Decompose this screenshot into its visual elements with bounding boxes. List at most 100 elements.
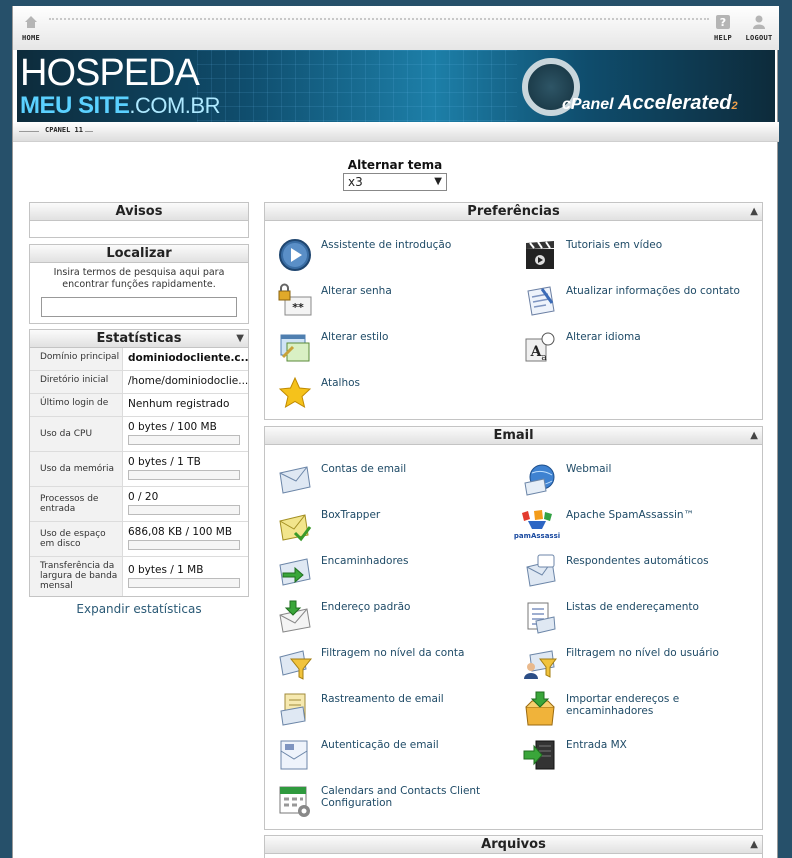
theme-label: Alternar tema: [347, 158, 443, 172]
import-box-icon: [525, 691, 555, 726]
boxtrapper-icon: [279, 514, 312, 542]
hosting-logo-line2: MEU SITE.COM.BR: [20, 92, 220, 120]
mailing-lists-item[interactable]: Listas de endereçamento: [522, 599, 756, 635]
update-contact-item[interactable]: Atualizar informações do contato: [522, 283, 756, 319]
import-addresses-item[interactable]: Importar endereços e encaminhadores: [522, 691, 756, 727]
preferences-header: Preferências ▲: [265, 203, 762, 221]
autoresponders-item[interactable]: Respondentes automáticos: [522, 553, 756, 589]
stat-label: Último login de: [30, 394, 123, 416]
help-button[interactable]: ? HELP: [703, 14, 743, 42]
star-icon: [278, 376, 312, 409]
stats-header: Estatísticas ▼: [30, 330, 248, 348]
forward-mail-icon: [279, 558, 311, 586]
mx-server-icon: [523, 740, 555, 770]
top-toolbar: HOME ? HELP LOGOUT: [13, 6, 779, 50]
theme-select[interactable]: x3 ▼: [343, 173, 447, 191]
cpu-usage-bar: [128, 435, 240, 445]
stat-value: Nenhum registrado: [128, 398, 230, 410]
item-label: Assistente de introdução: [321, 239, 452, 251]
stat-label: Diretório inicial: [30, 371, 123, 393]
avisos-title: Avisos: [30, 203, 248, 221]
breadcrumb-line: [19, 131, 39, 132]
disk-usage-bar: [128, 540, 240, 550]
home-icon: [25, 16, 37, 28]
change-style-item[interactable]: Alterar estilo: [277, 329, 511, 365]
stat-row-last-login: Último login de Nenhum registrado: [30, 394, 248, 417]
expand-stats-link[interactable]: Expandir estatísticas: [29, 602, 249, 616]
stat-row-home-dir: Diretório inicial /home/dominiodoclie...: [30, 371, 248, 394]
shortcuts-item[interactable]: Atalhos: [277, 375, 511, 411]
forwarders-item[interactable]: Encaminhadores: [277, 553, 511, 589]
hosting-logo-name: MEU SITE: [20, 92, 130, 119]
item-label: Alterar idioma: [566, 331, 641, 343]
svg-text:**: **: [292, 301, 304, 314]
webmail-item[interactable]: Webmail: [522, 461, 756, 497]
collapse-arrow-icon[interactable]: ▲: [750, 836, 758, 853]
collapse-arrow-icon[interactable]: ▼: [236, 330, 244, 347]
email-panel: Email ▲ Contas de email Webmail BoxTrapp…: [264, 426, 763, 830]
item-label: Autenticação de email: [321, 739, 439, 751]
spamassassin-item[interactable]: SpamAssassin Apache SpamAssassin™: [514, 507, 756, 543]
stats-title: Estatísticas: [96, 331, 182, 346]
clapperboard-icon: [526, 241, 554, 269]
processes-usage-bar: [128, 505, 240, 515]
stat-label: Domínio principal: [30, 348, 123, 370]
mailing-list-icon: [527, 602, 556, 634]
user-filtering-item[interactable]: Filtragem no nível do usuário: [522, 645, 756, 681]
breadcrumb-item[interactable]: CPANEL 11: [45, 126, 83, 134]
stat-value: dominiodocliente.c...: [128, 352, 248, 364]
stat-value-cell: 0 bytes / 1 TB: [123, 452, 248, 486]
item-label: Atalhos: [321, 377, 361, 389]
search-input[interactable]: [41, 297, 237, 317]
breadcrumb-line: [85, 131, 93, 132]
stat-row-processes: Processos de entrada 0 / 20: [30, 487, 248, 522]
home-button[interactable]: HOME: [11, 14, 51, 42]
collapse-arrow-icon[interactable]: ▲: [750, 203, 758, 220]
stats-box: Estatísticas ▼ Domínio principal dominio…: [29, 329, 249, 597]
item-label: Encaminhadores: [321, 555, 409, 567]
collapse-arrow-icon[interactable]: ▲: [750, 427, 758, 444]
stat-value: 0 bytes / 1 TB: [128, 456, 201, 468]
mx-entry-item[interactable]: Entrada MX: [522, 737, 756, 773]
theme-switcher: Alternar tema x3 ▼: [343, 158, 447, 191]
stat-value-cell: 686,08 KB / 100 MB: [123, 522, 248, 556]
email-tracking-item[interactable]: Rastreamento de email: [277, 691, 511, 727]
item-label: Contas de email: [321, 463, 407, 475]
stat-label: Transferência da largura de banda mensal: [30, 557, 123, 596]
default-address-item[interactable]: Endereço padrão: [277, 599, 511, 635]
change-language-item[interactable]: A a Alterar idioma: [522, 329, 756, 365]
account-filtering-item[interactable]: Filtragem no nível da conta: [277, 645, 511, 681]
stat-label: Uso da CPU: [30, 417, 123, 451]
stat-label: Uso da memória: [30, 452, 123, 486]
stat-row-cpu: Uso da CPU 0 bytes / 100 MB: [30, 417, 248, 452]
dropdown-arrow-icon: ▼: [434, 176, 442, 187]
video-tutorials-item[interactable]: Tutoriais em vídeo: [522, 237, 756, 273]
toolbar-divider: [49, 18, 709, 22]
item-label: Alterar estilo: [321, 331, 389, 343]
preferences-title: Preferências: [467, 204, 560, 219]
cpanel-brand-version: 2: [731, 100, 738, 112]
item-label: Atualizar informações do contato: [566, 285, 740, 297]
stat-value: 0 bytes / 100 MB: [128, 421, 217, 433]
stat-value-cell: 0 / 20: [123, 487, 248, 521]
email-accounts-item[interactable]: Contas de email: [277, 461, 511, 497]
item-label: Rastreamento de email: [321, 693, 444, 705]
item-label: Endereço padrão: [321, 601, 411, 613]
logout-button[interactable]: LOGOUT: [739, 14, 779, 42]
stat-value-cell: 0 bytes / 1 MB: [123, 557, 248, 596]
stat-row-disk: Uso de espaço em disco 686,08 KB / 100 M…: [30, 522, 248, 557]
search-title: Localizar: [30, 245, 248, 263]
breadcrumb: CPANEL 11: [13, 122, 779, 142]
mail-log-icon: [280, 693, 306, 726]
email-authentication-item[interactable]: Autenticação de email: [277, 737, 511, 773]
boxtrapper-item[interactable]: BoxTrapper: [277, 507, 511, 543]
getting-started-item[interactable]: Assistente de introdução: [277, 237, 511, 273]
change-password-item[interactable]: ** Alterar senha: [277, 283, 511, 319]
item-label: Apache SpamAssassin™: [566, 509, 695, 521]
banner: HOSPEDA MEU SITE.COM.BR cPanel Accelerat…: [17, 50, 775, 122]
memory-usage-bar: [128, 470, 240, 480]
webmail-globe-icon: [524, 464, 555, 496]
palette-window-icon: [280, 334, 310, 362]
calendars-contacts-item[interactable]: Calendars and Contacts Client Configurat…: [277, 783, 511, 819]
files-title: Arquivos: [481, 837, 546, 852]
